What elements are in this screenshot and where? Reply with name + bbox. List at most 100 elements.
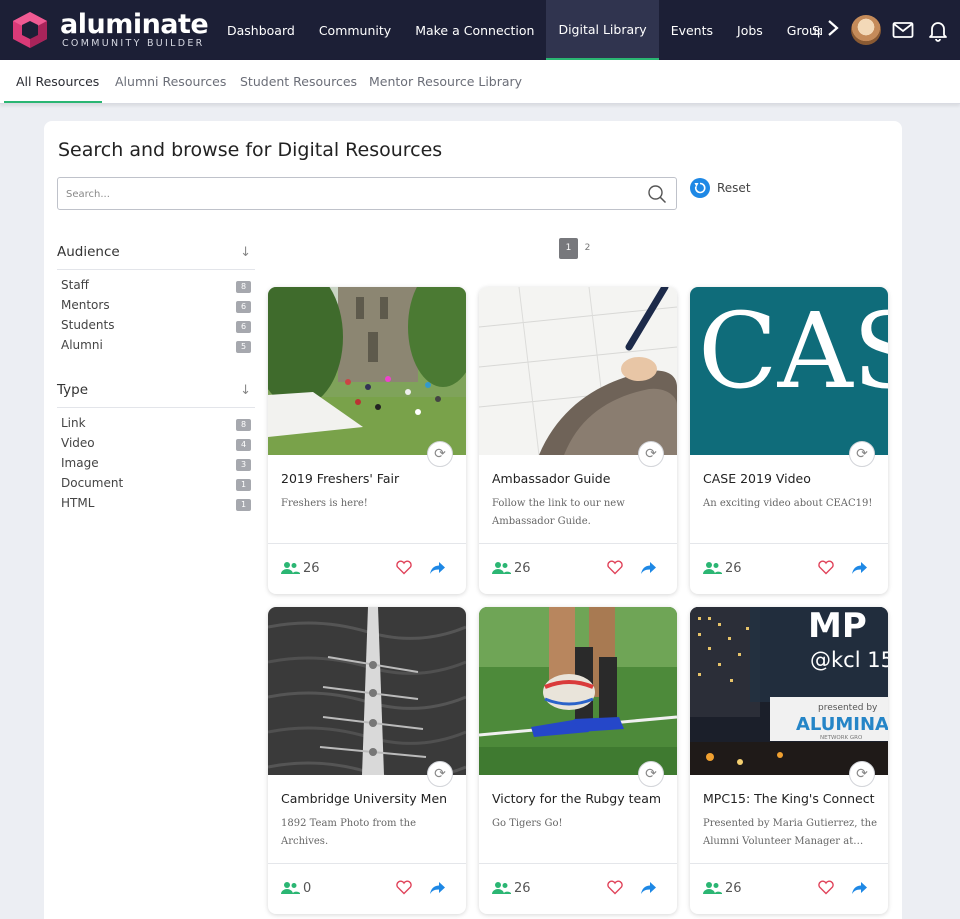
recurring-icon[interactable]: ⟳	[849, 761, 875, 787]
filter-item-staff[interactable]: Staff8	[61, 278, 251, 298]
filter-label: Staff	[61, 278, 89, 292]
tab-all-resources[interactable]: All Resources	[16, 60, 99, 104]
card-description: Go Tigers Go!	[492, 815, 667, 833]
share-icon[interactable]	[640, 879, 657, 896]
filter-item-students[interactable]: Students6	[61, 318, 251, 338]
search-box	[57, 177, 677, 210]
card-footer: 26	[268, 543, 466, 594]
card-title[interactable]: Victory for the Rubgy team	[492, 791, 672, 806]
filter-audience-header[interactable]: Audience ↓	[57, 240, 255, 270]
card-footer: 26	[479, 543, 677, 594]
share-icon[interactable]	[429, 879, 446, 896]
card-image-rugby[interactable]	[479, 607, 677, 775]
recurring-icon[interactable]: ⟳	[427, 441, 453, 467]
card-image-ambassador-guide[interactable]	[479, 287, 677, 455]
users-icon	[491, 561, 511, 575]
share-icon[interactable]	[851, 559, 868, 576]
heart-icon[interactable]	[817, 878, 835, 896]
count-badge: 1	[236, 499, 251, 511]
nav-community[interactable]: Community	[307, 0, 403, 60]
page-2-button[interactable]: 2	[578, 238, 597, 259]
brand-logo[interactable]: aluminate COMMUNITY BUILDER	[8, 8, 208, 52]
filter-item-mentors[interactable]: Mentors6	[61, 298, 251, 318]
aluminate-logo-text: ALUMINA	[796, 714, 888, 735]
resource-card[interactable]: CAS ⟳ CASE 2019 Video An exciting video …	[690, 287, 888, 594]
recurring-icon[interactable]: ⟳	[427, 761, 453, 787]
filter-label: Alumni	[61, 338, 103, 352]
filter-item-video[interactable]: Video 4	[61, 436, 251, 456]
brand-name: aluminate	[60, 8, 208, 42]
arrow-down-icon[interactable]: ↓	[240, 245, 251, 260]
heart-icon[interactable]	[395, 878, 413, 896]
card-title[interactable]: MPC15: The King's Connect	[703, 791, 883, 806]
tab-mentor-resource-library[interactable]: Mentor Resource Library	[369, 60, 522, 104]
avatar[interactable]	[851, 15, 881, 45]
filter-item-image[interactable]: Image 3	[61, 456, 251, 476]
card-image-case-video[interactable]: CAS	[690, 287, 888, 455]
active-tab-indicator	[4, 101, 102, 103]
case-logo-text: CAS	[698, 290, 888, 412]
nav-events[interactable]: Events	[659, 0, 725, 60]
recurring-icon[interactable]: ⟳	[638, 441, 664, 467]
filter-item-alumni[interactable]: Alumni5	[61, 338, 251, 358]
heart-icon[interactable]	[817, 558, 835, 576]
share-icon[interactable]	[429, 559, 446, 576]
card-description: 1892 Team Photo from the Archives.	[281, 815, 456, 851]
reset-button[interactable]: Reset	[690, 177, 751, 199]
card-image-freshers-fair[interactable]	[268, 287, 466, 455]
filter-type-title: Type	[57, 382, 88, 398]
search-icon[interactable]	[647, 184, 667, 204]
filter-label: Video	[61, 436, 95, 450]
sub-navbar: All Resources Alumni Resources Student R…	[0, 60, 960, 104]
mail-icon[interactable]	[891, 18, 915, 42]
resource-card[interactable]: ⟳ Ambassador Guide Follow the link to ou…	[479, 287, 677, 594]
filter-label: Image	[61, 456, 99, 470]
users-icon	[491, 881, 511, 895]
search-input[interactable]	[66, 185, 626, 203]
bell-icon[interactable]	[926, 18, 950, 42]
card-description: Follow the link to our new Ambassador Gu…	[492, 495, 667, 531]
tab-alumni-resources[interactable]: Alumni Resources	[115, 60, 226, 104]
filter-label: Link	[61, 416, 86, 430]
card-image-mpc15[interactable]: MP @kcl 15 presented by ALUMINA NETWORK …	[690, 607, 888, 775]
count-badge: 4	[236, 439, 251, 451]
share-icon[interactable]	[851, 879, 868, 896]
arrow-down-icon[interactable]: ↓	[240, 383, 251, 398]
filter-item-html[interactable]: HTML1	[61, 496, 251, 516]
card-footer: 0	[268, 863, 466, 914]
nav-make-a-connection[interactable]: Make a Connection	[403, 0, 546, 60]
card-image-cambridge-rowing[interactable]	[268, 607, 466, 775]
recurring-icon[interactable]: ⟳	[638, 761, 664, 787]
page-title: Search and browse for Digital Resources	[58, 139, 442, 161]
filter-item-document[interactable]: Document1	[61, 476, 251, 496]
card-description: An exciting video about CEAC19!	[703, 495, 878, 513]
heart-icon[interactable]	[606, 878, 624, 896]
card-title[interactable]: CASE 2019 Video	[703, 471, 883, 486]
filter-type-header[interactable]: Type ↓	[57, 378, 255, 408]
share-icon[interactable]	[640, 559, 657, 576]
card-title[interactable]: Cambridge University Men	[281, 791, 461, 806]
resource-card[interactable]: ⟳ 2019 Freshers' Fair Freshers is here! …	[268, 287, 466, 594]
users-icon	[280, 881, 300, 895]
mpc-handle-text: @kcl 15	[810, 648, 888, 672]
count-badge: 3	[236, 459, 251, 471]
nav-digital-library[interactable]: Digital Library	[546, 0, 658, 60]
resource-card[interactable]: MP @kcl 15 presented by ALUMINA NETWORK …	[690, 607, 888, 914]
card-description: Presented by Maria Gutierrez, the Alumni…	[703, 815, 878, 851]
heart-icon[interactable]	[395, 558, 413, 576]
resource-card[interactable]: ⟳ Cambridge University Men 1892 Team Pho…	[268, 607, 466, 914]
nav-jobs[interactable]: Jobs	[725, 0, 775, 60]
filter-item-link[interactable]: Link8	[61, 416, 251, 436]
card-title[interactable]: 2019 Freshers' Fair	[281, 471, 461, 486]
logo-cube-icon	[10, 10, 50, 50]
recurring-icon[interactable]: ⟳	[849, 441, 875, 467]
nav-dashboard[interactable]: Dashboard	[215, 0, 307, 60]
page-1-button[interactable]: 1	[559, 238, 578, 259]
heart-icon[interactable]	[606, 558, 624, 576]
card-footer: 26	[690, 863, 888, 914]
chevron-right-icon[interactable]	[822, 18, 844, 42]
resource-card[interactable]: ⟳ Victory for the Rubgy team Go Tigers G…	[479, 607, 677, 914]
network-group-text: NETWORK GRO	[820, 735, 863, 741]
tab-student-resources[interactable]: Student Resources	[240, 60, 357, 104]
card-title[interactable]: Ambassador Guide	[492, 471, 672, 486]
